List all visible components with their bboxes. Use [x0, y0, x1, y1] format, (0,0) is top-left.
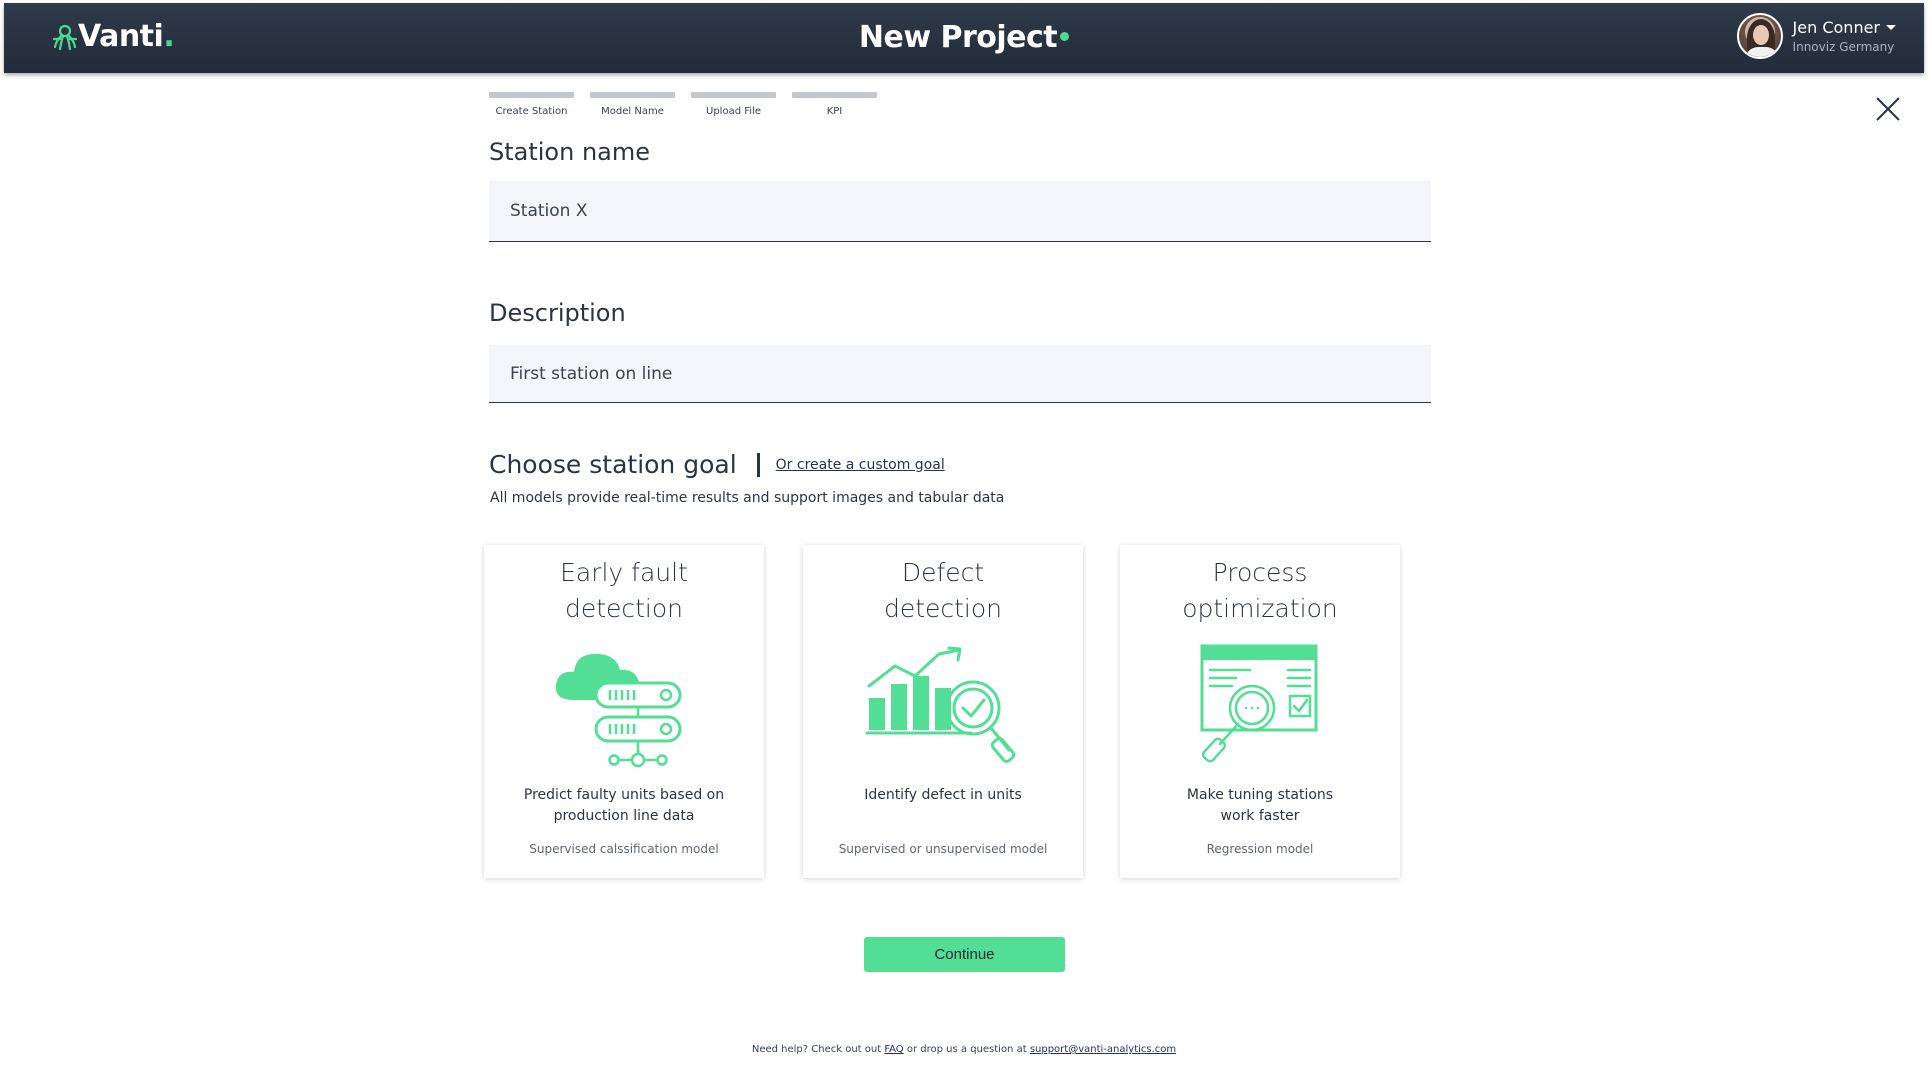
custom-goal-link[interactable]: Or create a custom goal [776, 457, 945, 473]
avatar[interactable] [1736, 13, 1783, 59]
choose-goal-heading: Choose station goal [489, 450, 737, 479]
station-name-label: Station name [489, 138, 651, 166]
goal-subtitle: All models provide real-time results and… [490, 490, 1005, 506]
description-input[interactable]: First station on line [489, 345, 1431, 403]
card-model-type: Regression model [1206, 842, 1314, 856]
description-label: Description [489, 299, 626, 327]
top-bar: Vanti. New Project Jen Conner Innoviz Ge… [4, 3, 1924, 73]
goal-card-defect-detection[interactable]: Defect detection Identify defect in units… [803, 545, 1083, 878]
user-name: Jen Conner [1792, 18, 1880, 37]
chevron-down-icon[interactable] [1886, 25, 1896, 30]
card-title: Process optimization [1182, 558, 1338, 623]
support-email-link[interactable]: support@vanti-analytics.com [1030, 1044, 1176, 1055]
divider [756, 452, 760, 477]
step-kpi: KPI [792, 92, 877, 117]
user-menu[interactable]: Jen Conner Innoviz Germany [1736, 13, 1896, 59]
card-model-type: Supervised or unsupervised model [838, 842, 1048, 856]
footer-help: Need help? Check out out FAQ or drop us … [751, 1044, 1177, 1055]
card-title: Defect detection [883, 558, 1003, 623]
station-name-input[interactable]: Station X [489, 181, 1431, 242]
cloud-server-icon [555, 653, 682, 768]
step-upload-file: Upload File [691, 92, 776, 117]
user-organization: Innoviz Germany [1792, 40, 1895, 54]
faq-link[interactable]: FAQ [884, 1044, 903, 1055]
step-model-name: Model Name [590, 92, 675, 117]
page-title: New Project [858, 20, 1058, 55]
goal-card-early-fault-detection[interactable]: Early fault detection Predict faulty unit… [484, 545, 764, 878]
title-dot-icon [1060, 32, 1070, 41]
card-model-type: Supervised calssification model [529, 842, 719, 856]
chart-magnifier-icon [865, 646, 1016, 763]
dashboard-magnifier-icon [1200, 644, 1318, 763]
close-icon[interactable] [1875, 96, 1901, 122]
goal-card-process-optimization[interactable]: Process optimization Make tuning stations… [1120, 545, 1400, 878]
card-description: Predict faulty units based on production … [523, 787, 725, 824]
step-create-station: Create Station [489, 92, 574, 117]
progress-stepper: Create Station Model Name Upload File KP… [489, 92, 893, 117]
continue-button[interactable]: Continue [864, 937, 1065, 972]
card-description: Identify defect in units [864, 787, 1022, 803]
card-title: Early fault detection [560, 558, 688, 623]
card-description: Make tuning stations work faster [1186, 787, 1334, 824]
